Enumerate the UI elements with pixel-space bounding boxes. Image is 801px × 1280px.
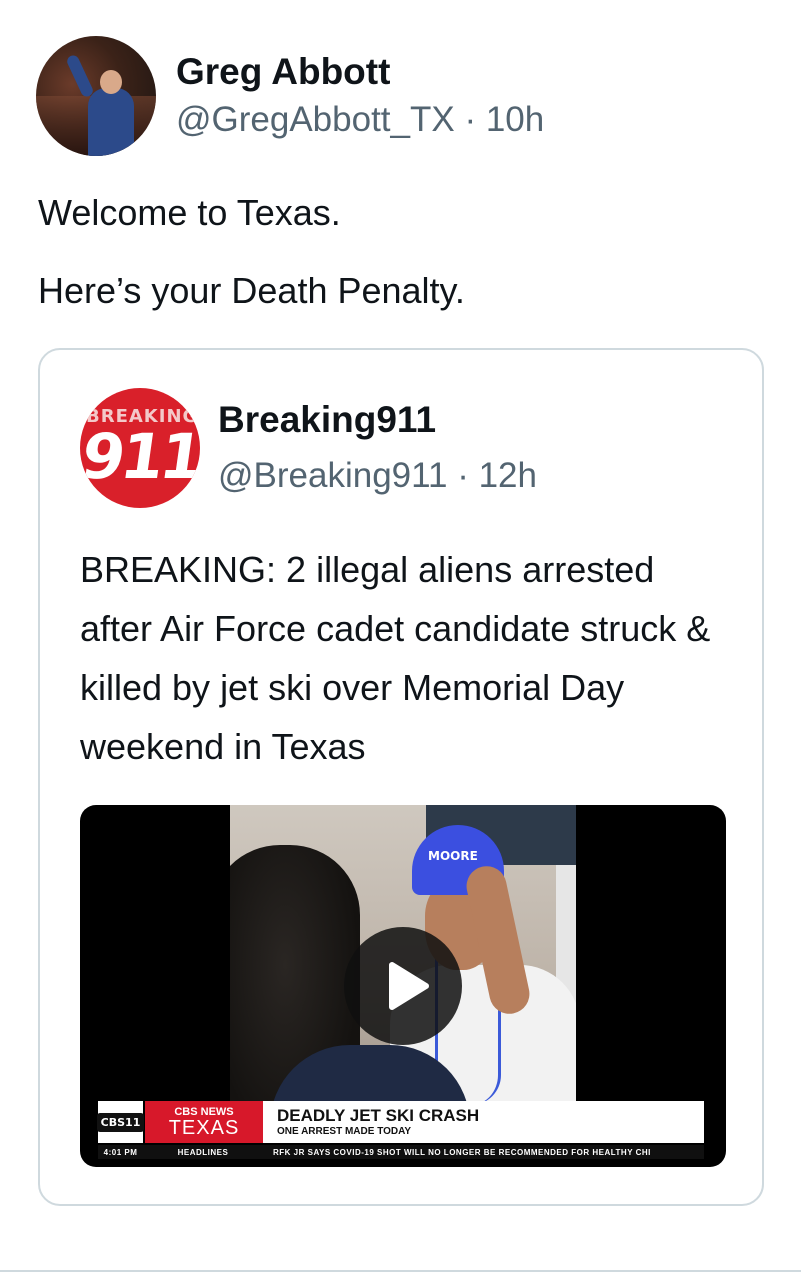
quoted-author-info: Breaking911 @Breaking911 · 12h [218, 398, 537, 498]
quoted-author-name[interactable]: Breaking911 [218, 398, 537, 442]
channel-logo-text: CBS11 [96, 1112, 145, 1132]
quoted-tweet-header: BREAKING 911 Breaking911 @Breaking911 · … [80, 388, 537, 508]
author-avatar[interactable] [36, 36, 156, 156]
video-player[interactable]: MOORE CBS11 CBS NEWS TEXAS DEADLY JET SK… [80, 805, 726, 1167]
headline-main: DEADLY JET SKI CRASH [277, 1106, 480, 1125]
tweet-text-line: Welcome to Texas. [38, 192, 341, 233]
author-info: Greg Abbott @GregAbbott_TX · 10h [176, 50, 544, 142]
tweet-time[interactable]: 10h [486, 100, 544, 139]
quoted-author-avatar[interactable]: BREAKING 911 [80, 388, 200, 508]
quoted-author-meta: @Breaking911 · 12h [218, 454, 537, 498]
news-headline: DEADLY JET SKI CRASH ONE ARREST MADE TOD… [263, 1101, 704, 1143]
author-meta: @GregAbbott_TX · 10h [176, 98, 544, 142]
tweet-page: Greg Abbott @GregAbbott_TX · 10h Welcome… [0, 0, 801, 1280]
author-name[interactable]: Greg Abbott [176, 50, 544, 94]
news-lower-third: CBS11 CBS NEWS TEXAS DEADLY JET SKI CRAS… [96, 1101, 704, 1143]
ticker-time: 4:01 PM [103, 1147, 138, 1157]
meta-separator: · [464, 100, 477, 139]
headline-sub: ONE ARREST MADE TODAY [277, 1126, 412, 1137]
quoted-tweet-card[interactable]: BREAKING 911 Breaking911 @Breaking911 · … [38, 348, 764, 1206]
cap-label: MOORE [428, 849, 478, 863]
avatar-body [88, 88, 134, 156]
ticker-label: HEADLINES [177, 1147, 229, 1157]
author-handle[interactable]: @GregAbbott_TX [176, 100, 455, 139]
network-badge: CBS NEWS TEXAS [145, 1101, 263, 1143]
quoted-tweet-time[interactable]: 12h [479, 456, 537, 495]
avatar-logo-number: 911 [80, 420, 200, 493]
tweet-text-line: Here’s your Death Penalty. [38, 270, 465, 311]
quoted-author-handle[interactable]: @Breaking911 [218, 456, 447, 495]
avatar-head [100, 70, 122, 94]
channel-logo: CBS11 [96, 1101, 145, 1143]
play-icon [389, 962, 429, 1010]
ticker-text: RFK JR SAYS COVID-19 SHOT WILL NO LONGER… [273, 1147, 651, 1157]
tweet-divider [0, 1270, 801, 1272]
quoted-tweet-text: BREAKING: 2 illegal aliens arrested afte… [80, 549, 711, 767]
avatar-arm [65, 53, 95, 99]
play-button[interactable] [344, 927, 462, 1045]
news-ticker: 4:01 PM HEADLINES RFK JR SAYS COVID-19 S… [98, 1145, 704, 1159]
meta-separator: · [457, 456, 469, 495]
network-bottom: TEXAS [168, 1117, 240, 1139]
tweet-text: Welcome to Texas. Here’s your Death Pena… [38, 188, 465, 344]
tweet-header: Greg Abbott @GregAbbott_TX · 10h [36, 36, 544, 156]
